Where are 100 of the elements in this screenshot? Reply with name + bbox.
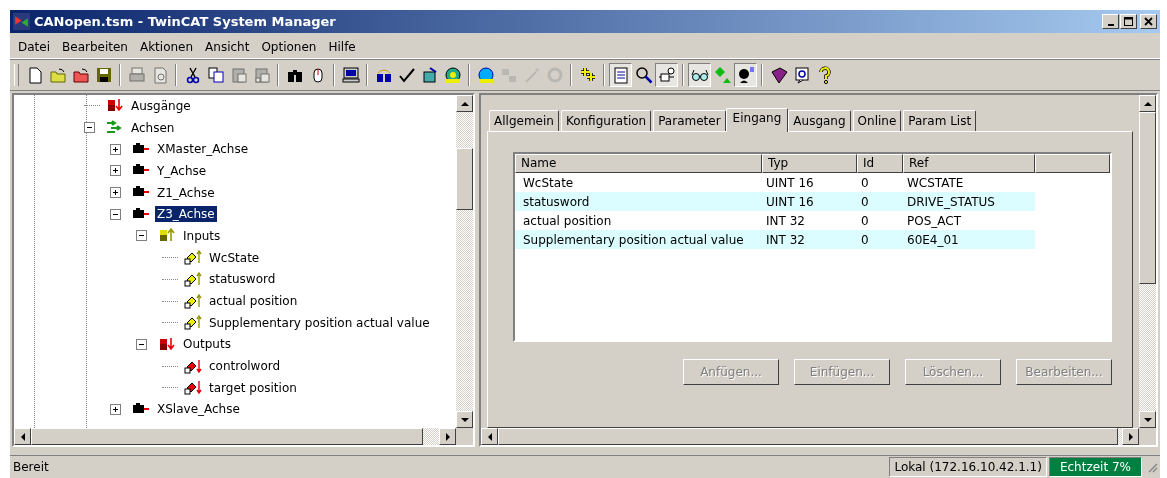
window-title: CANopen.tsm - TwinCAT System Manager — [34, 14, 336, 29]
plug-icon — [657, 66, 676, 84]
print-icon — [127, 66, 146, 84]
scroll-up-button[interactable] — [1139, 95, 1156, 112]
expand-toggle[interactable] — [110, 165, 121, 177]
table-cell-text: statusword — [522, 194, 591, 209]
close-button[interactable] — [1140, 14, 1157, 29]
expand-toggle[interactable] — [110, 143, 121, 155]
computer-icon — [341, 66, 360, 84]
tree-item[interactable]: Z1_Achse — [155, 184, 217, 201]
table-cell-text: 0 — [860, 232, 870, 247]
blocks-icon — [374, 66, 393, 84]
menu-item[interactable]: Datei — [12, 40, 56, 54]
collapse-toggle[interactable] — [136, 230, 147, 242]
tab[interactable]: Param List — [903, 110, 977, 131]
tree-item[interactable]: Inputs — [181, 227, 223, 244]
scroll-left-button[interactable] — [481, 428, 498, 445]
variable-down-arrow-icon — [184, 357, 202, 375]
column-header[interactable]: Ref — [903, 154, 1035, 173]
expand-toggle[interactable] — [110, 403, 121, 415]
table-cell-text: DRIVE_STATUS — [906, 194, 996, 209]
table-cell-text: UINT 16 — [765, 175, 815, 190]
scroll-down-button[interactable] — [1139, 411, 1156, 428]
minimize-button[interactable] — [1102, 14, 1119, 29]
menu-item[interactable]: Ansicht — [199, 40, 256, 54]
checkmark-icon — [397, 66, 416, 84]
variable-up-arrow-icon — [184, 249, 202, 267]
minimize-icon — [1107, 23, 1114, 26]
cubes-down-arrow-icon — [158, 335, 176, 353]
menu-item[interactable]: Hilfe — [322, 40, 362, 54]
connection-status: Lokal (172.16.10.42.1.1) — [889, 457, 1047, 477]
column-header[interactable]: Typ — [762, 154, 857, 173]
toolbar-button[interactable] — [688, 63, 711, 87]
tree-item[interactable]: XSlave_Achse — [155, 401, 242, 418]
scroll-left-button[interactable] — [14, 428, 31, 445]
tree-item[interactable]: XMaster_Achse — [155, 141, 251, 158]
diamond-icon — [713, 66, 732, 84]
table-cell-text: 0 — [860, 194, 870, 209]
scroll-down-button[interactable] — [456, 411, 473, 428]
tab[interactable]: Parameter — [653, 110, 726, 131]
open-folder-icon — [48, 66, 67, 84]
expand-toggle[interactable] — [110, 187, 121, 199]
globe-icon — [476, 66, 495, 84]
vertical-scrollbar[interactable] — [1139, 95, 1156, 428]
menu-item[interactable]: Aktionen — [133, 40, 200, 54]
network-icon — [499, 66, 518, 84]
resize-grip-icon — [1146, 461, 1158, 473]
table-row[interactable]: Supplementary position actual value INT 32 0 60E4_01 — [515, 230, 1035, 249]
maximize-button[interactable] — [1120, 14, 1137, 29]
paste-shortcut-icon — [252, 66, 271, 84]
variable-down-arrow-icon — [184, 379, 202, 397]
tree-item[interactable]: Y_Achse — [155, 162, 209, 179]
table-cell-text: INT 32 — [765, 213, 806, 228]
tree-item[interactable]: Achsen — [129, 119, 177, 136]
maximize-icon — [1123, 16, 1134, 27]
menu-item[interactable]: Bearbeiten — [56, 40, 134, 54]
table-row[interactable]: actual position INT 32 0 POS_ACT — [515, 211, 1035, 230]
table-cell-text: actual position — [522, 213, 613, 228]
scroll-thumb[interactable] — [456, 148, 473, 210]
table-cell-text: 0 — [860, 213, 870, 228]
tab[interactable]: Eingang — [725, 108, 789, 132]
tree-item[interactable]: Outputs — [181, 336, 233, 353]
tab[interactable]: Ausgang — [788, 110, 851, 131]
variable-up-arrow-icon — [184, 292, 202, 310]
tab[interactable]: Online — [852, 110, 902, 131]
collapse-toggle[interactable] — [110, 208, 121, 220]
tree-item[interactable]: actual position — [207, 293, 300, 310]
column-header[interactable]: Name — [515, 154, 762, 173]
column-header[interactable]: Id — [857, 154, 903, 173]
scroll-right-button[interactable] — [439, 428, 456, 445]
tree-item[interactable]: Z3_Achse — [155, 206, 217, 223]
tab[interactable]: Allgemein — [489, 110, 559, 131]
vertical-scrollbar[interactable] — [456, 95, 473, 428]
toolbar-button[interactable] — [655, 63, 678, 87]
tree-item[interactable]: WcState — [207, 249, 262, 266]
scroll-thumb[interactable] — [1139, 112, 1156, 284]
plus-cluster-icon — [578, 66, 597, 84]
table-cell-text: WcState — [522, 175, 575, 190]
toolbar-button[interactable] — [734, 63, 757, 87]
close-icon — [1143, 16, 1154, 27]
menu-item[interactable]: Optionen — [255, 40, 323, 54]
tree-item[interactable]: controlword — [207, 358, 283, 375]
tree-item[interactable]: Supplementary position actual value — [207, 314, 432, 331]
variable-up-arrow-icon — [184, 270, 202, 288]
tab[interactable]: Konfiguration — [560, 110, 652, 131]
table-row[interactable]: WcState UINT 16 0 WCSTATE — [515, 173, 1035, 192]
table-cell-text: WCSTATE — [906, 175, 965, 190]
collapse-toggle[interactable] — [136, 338, 147, 350]
refresh-icon — [545, 66, 564, 84]
tree-item[interactable]: statusword — [207, 271, 278, 288]
tree-item[interactable]: Ausgänge — [129, 97, 193, 114]
tree-item[interactable]: target position — [207, 379, 299, 396]
scroll-up-button[interactable] — [456, 95, 473, 112]
app-logo-icon — [13, 13, 30, 30]
table-row[interactable]: statusword UINT 16 0 DRIVE_STATUS — [515, 192, 1035, 211]
scroll-right-button[interactable] — [1122, 428, 1139, 445]
collapse-toggle[interactable] — [84, 122, 95, 134]
save-icon — [94, 66, 113, 84]
table-cell-text: 60E4_01 — [906, 232, 960, 247]
status-message: Bereit — [12, 460, 50, 474]
